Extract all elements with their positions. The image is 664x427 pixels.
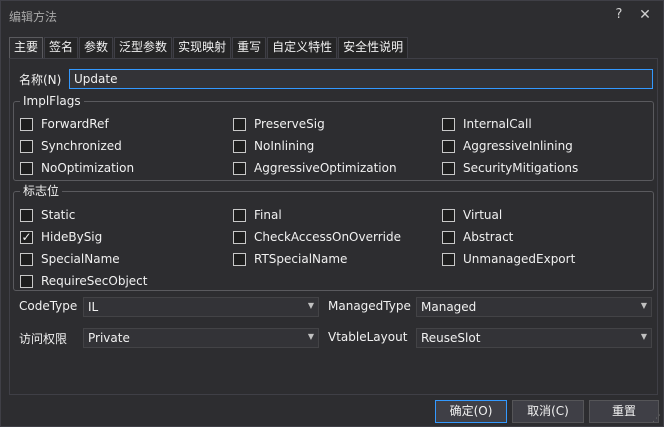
checkbox-unmanagedexport[interactable]: UnmanagedExport: [442, 250, 575, 268]
checkbox-checkaccessonoverride[interactable]: CheckAccessOnOverride: [233, 228, 401, 246]
title-bar: 编辑方法 ? ✕: [1, 1, 663, 31]
checkbox-label: ForwardRef: [41, 117, 109, 131]
checkbox-nooptimization[interactable]: NoOptimization: [20, 159, 134, 177]
name-input[interactable]: [69, 69, 653, 89]
checkbox-label: SpecialName: [41, 252, 120, 266]
checkbox-label: Virtual: [463, 208, 503, 222]
checkbox-label: NoInlining: [254, 139, 315, 153]
checkbox-final[interactable]: Final: [233, 206, 282, 224]
name-label: 名称(N): [19, 73, 62, 87]
checkbox-noinlining[interactable]: NoInlining: [233, 137, 314, 155]
checkbox-preservesig[interactable]: PreserveSig: [233, 115, 325, 133]
checkbox-label: SecurityMitigations: [463, 161, 579, 175]
checkbox-synchronized[interactable]: Synchronized: [20, 137, 122, 155]
checkbox-box: [20, 161, 33, 175]
access-label: 访问权限: [19, 332, 68, 346]
tab-main[interactable]: 主要: [9, 37, 44, 58]
managedtype-value: Managed: [421, 300, 477, 314]
edit-method-dialog: 编辑方法 ? ✕ 主要 签名 参数 泛型参数 实现映射 重写 自定义特性 安全性…: [0, 0, 664, 427]
checkbox-box: [20, 274, 33, 288]
tab-parameters[interactable]: 参数: [79, 37, 114, 58]
checkbox-box: [233, 230, 246, 244]
ok-button[interactable]: 确定(O): [435, 400, 507, 423]
checkbox-box: [442, 161, 455, 175]
checkbox-box: [233, 252, 246, 266]
checkbox-label: CheckAccessOnOverride: [254, 230, 401, 244]
checkbox-label: Final: [254, 208, 282, 222]
codetype-value: IL: [88, 300, 99, 314]
reset-button[interactable]: 重置: [589, 400, 659, 423]
checkbox-aggressiveoptimization[interactable]: AggressiveOptimization: [233, 159, 397, 177]
checkbox-aggressiveinlining[interactable]: AggressiveInlining: [442, 137, 573, 155]
codetype-label: CodeType: [19, 299, 78, 313]
checkbox-label: PreserveSig: [254, 117, 325, 131]
vtablelayout-value: ReuseSlot: [421, 331, 481, 345]
checkbox-box: [20, 208, 33, 222]
checkbox-box: [233, 117, 246, 131]
help-icon[interactable]: ?: [612, 7, 626, 23]
flags-legend: 标志位: [20, 183, 63, 199]
checkbox-box: [233, 139, 246, 153]
access-value: Private: [88, 331, 130, 345]
checkbox-label: Synchronized: [41, 139, 122, 153]
checkbox-label: RequireSecObject: [41, 274, 148, 288]
checkbox-box: [233, 208, 246, 222]
checkbox-rtspecialname[interactable]: RTSpecialName: [233, 250, 347, 268]
checkbox-label: UnmanagedExport: [463, 252, 576, 266]
checkbox-box: [20, 139, 33, 153]
checkbox-label: Abstract: [463, 230, 514, 244]
checkbox-box: [442, 117, 455, 131]
checkbox-label: Static: [41, 208, 76, 222]
resize-grip-icon[interactable]: ⋰: [651, 414, 661, 424]
checkbox-internalcall[interactable]: InternalCall: [442, 115, 532, 133]
managedtype-label: ManagedType: [328, 299, 411, 313]
checkbox-label: RTSpecialName: [254, 252, 348, 266]
checkbox-box: [233, 161, 246, 175]
vtablelayout-select[interactable]: ReuseSlot ▼: [416, 328, 652, 348]
checkbox-box: [442, 252, 455, 266]
cancel-button[interactable]: 取消(C): [512, 400, 584, 423]
name-row: 名称(N): [19, 69, 659, 89]
tab-implementation-map[interactable]: 实现映射: [173, 37, 232, 58]
chevron-down-icon: ▼: [640, 301, 647, 310]
checkbox-hidebysig[interactable]: ✓ HideBySig: [20, 228, 102, 246]
checkbox-box: [442, 139, 455, 153]
access-select[interactable]: Private ▼: [83, 328, 319, 348]
tab-security-declarations[interactable]: 安全性说明: [338, 37, 409, 58]
checkbox-abstract[interactable]: Abstract: [442, 228, 513, 246]
managedtype-select[interactable]: Managed ▼: [416, 297, 652, 317]
close-icon[interactable]: ✕: [637, 7, 653, 23]
checkbox-box: [442, 208, 455, 222]
checkbox-forwardref[interactable]: ForwardRef: [20, 115, 109, 133]
check-icon: ✓: [20, 230, 33, 244]
implflags-legend: ImplFlags: [20, 93, 84, 109]
checkbox-securitymitigations[interactable]: SecurityMitigations: [442, 159, 578, 177]
tab-overrides[interactable]: 重写: [232, 37, 267, 58]
codetype-select[interactable]: IL ▼: [83, 297, 319, 317]
window-title: 编辑方法: [9, 10, 58, 24]
checkbox-virtual[interactable]: Virtual: [442, 206, 502, 224]
checkbox-label: InternalCall: [463, 117, 532, 131]
chevron-down-icon: ▼: [307, 332, 314, 341]
tab-strip: 主要 签名 参数 泛型参数 实现映射 重写 自定义特性 安全性说明: [9, 37, 409, 58]
checkbox-box: [20, 117, 33, 131]
checkbox-label: AggressiveOptimization: [254, 161, 397, 175]
checkbox-label: AggressiveInlining: [463, 139, 573, 153]
checkbox-box: [442, 230, 455, 244]
chevron-down-icon: ▼: [640, 332, 647, 341]
tab-custom-attributes[interactable]: 自定义特性: [267, 37, 338, 58]
checkbox-label: NoOptimization: [41, 161, 135, 175]
chevron-down-icon: ▼: [307, 301, 314, 310]
tab-signature[interactable]: 签名: [44, 37, 79, 58]
tab-generic-parameters[interactable]: 泛型参数: [114, 37, 173, 58]
checkbox-label: HideBySig: [41, 230, 103, 244]
checkbox-static[interactable]: Static: [20, 206, 75, 224]
checkbox-requiresecobject[interactable]: RequireSecObject: [20, 272, 147, 290]
checkbox-box: [20, 252, 33, 266]
checkbox-specialname[interactable]: SpecialName: [20, 250, 120, 268]
vtablelayout-label: VtableLayout: [328, 330, 408, 344]
